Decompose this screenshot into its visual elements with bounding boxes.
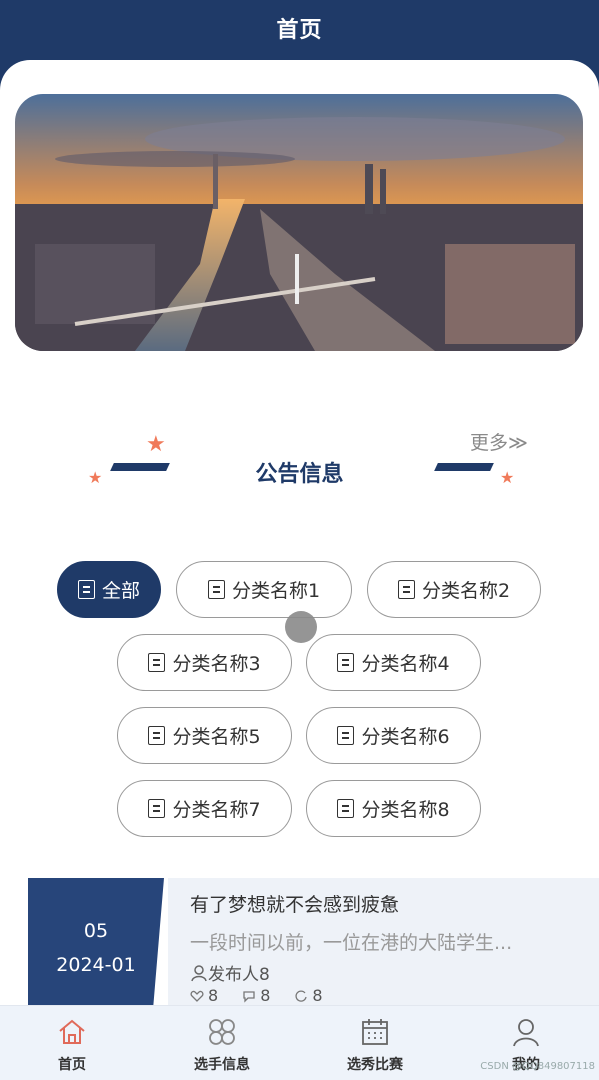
notice-section-header: ★ ★ ★ 公告信息 更多≫	[0, 420, 599, 500]
calendar-icon	[362, 1019, 388, 1045]
watermark: CSDN @QQ849807118	[480, 1061, 595, 1072]
news-date-block: 05 2024-01	[28, 878, 164, 1008]
star-icon: ★	[146, 432, 166, 457]
news-title: 有了梦想就不会感到疲惫	[190, 894, 400, 916]
category-chip-3[interactable]: 分类名称3	[117, 634, 292, 691]
touch-indicator	[285, 611, 317, 643]
comment-stat: 8	[242, 986, 270, 1005]
like-stat: 8	[190, 986, 218, 1005]
heart-icon	[190, 990, 204, 1002]
category-chip-1[interactable]: 分类名称1	[176, 561, 352, 618]
news-stats: 8 8 8	[190, 986, 323, 1005]
category-chip-all[interactable]: 全部	[57, 561, 161, 618]
user-icon	[191, 964, 207, 981]
news-body: 有了梦想就不会感到疲惫 一段时间以前，一位在港的大陆学生... 发布人8 8 8…	[168, 878, 599, 1008]
category-chip-4[interactable]: 分类名称4	[306, 634, 481, 691]
category-chip-6[interactable]: 分类名称6	[306, 707, 481, 764]
page-title: 首页	[276, 18, 323, 43]
document-icon	[148, 726, 166, 745]
document-icon	[148, 799, 166, 818]
tab-competition[interactable]: 选秀比赛	[325, 1006, 425, 1080]
category-chip-5[interactable]: 分类名称5	[117, 707, 292, 764]
document-icon	[207, 580, 225, 599]
document-icon	[337, 726, 355, 745]
tab-home[interactable]: 首页	[22, 1006, 122, 1080]
news-list-item[interactable]: 05 2024-01 有了梦想就不会感到疲惫 一段时间以前，一位在港的大陆学生.…	[18, 878, 599, 1008]
view-stat: 8	[294, 986, 323, 1005]
tab-player-info[interactable]: 选手信息	[172, 1006, 272, 1080]
city-skyline-image	[15, 94, 583, 351]
user-icon	[513, 1019, 539, 1047]
document-icon	[77, 580, 95, 599]
grid-icon	[209, 1019, 235, 1045]
document-icon	[148, 653, 166, 672]
news-day: 05	[83, 920, 109, 942]
document-icon	[397, 580, 415, 599]
category-chip-7[interactable]: 分类名称7	[117, 780, 292, 837]
news-publisher: 发布人8	[190, 960, 270, 985]
category-chip-8[interactable]: 分类名称8	[306, 780, 481, 837]
document-icon	[337, 799, 355, 818]
document-icon	[337, 653, 355, 672]
home-icon	[59, 1019, 85, 1044]
refresh-icon	[295, 990, 308, 1002]
category-chip-2[interactable]: 分类名称2	[367, 561, 541, 618]
more-link[interactable]: 更多≫	[470, 428, 528, 455]
banner-image[interactable]	[15, 94, 583, 351]
news-year-month: 2024-01	[56, 954, 136, 976]
comment-icon	[243, 990, 255, 1003]
news-summary: 一段时间以前，一位在港的大陆学生...	[190, 932, 513, 954]
section-title: 公告信息	[255, 462, 344, 487]
